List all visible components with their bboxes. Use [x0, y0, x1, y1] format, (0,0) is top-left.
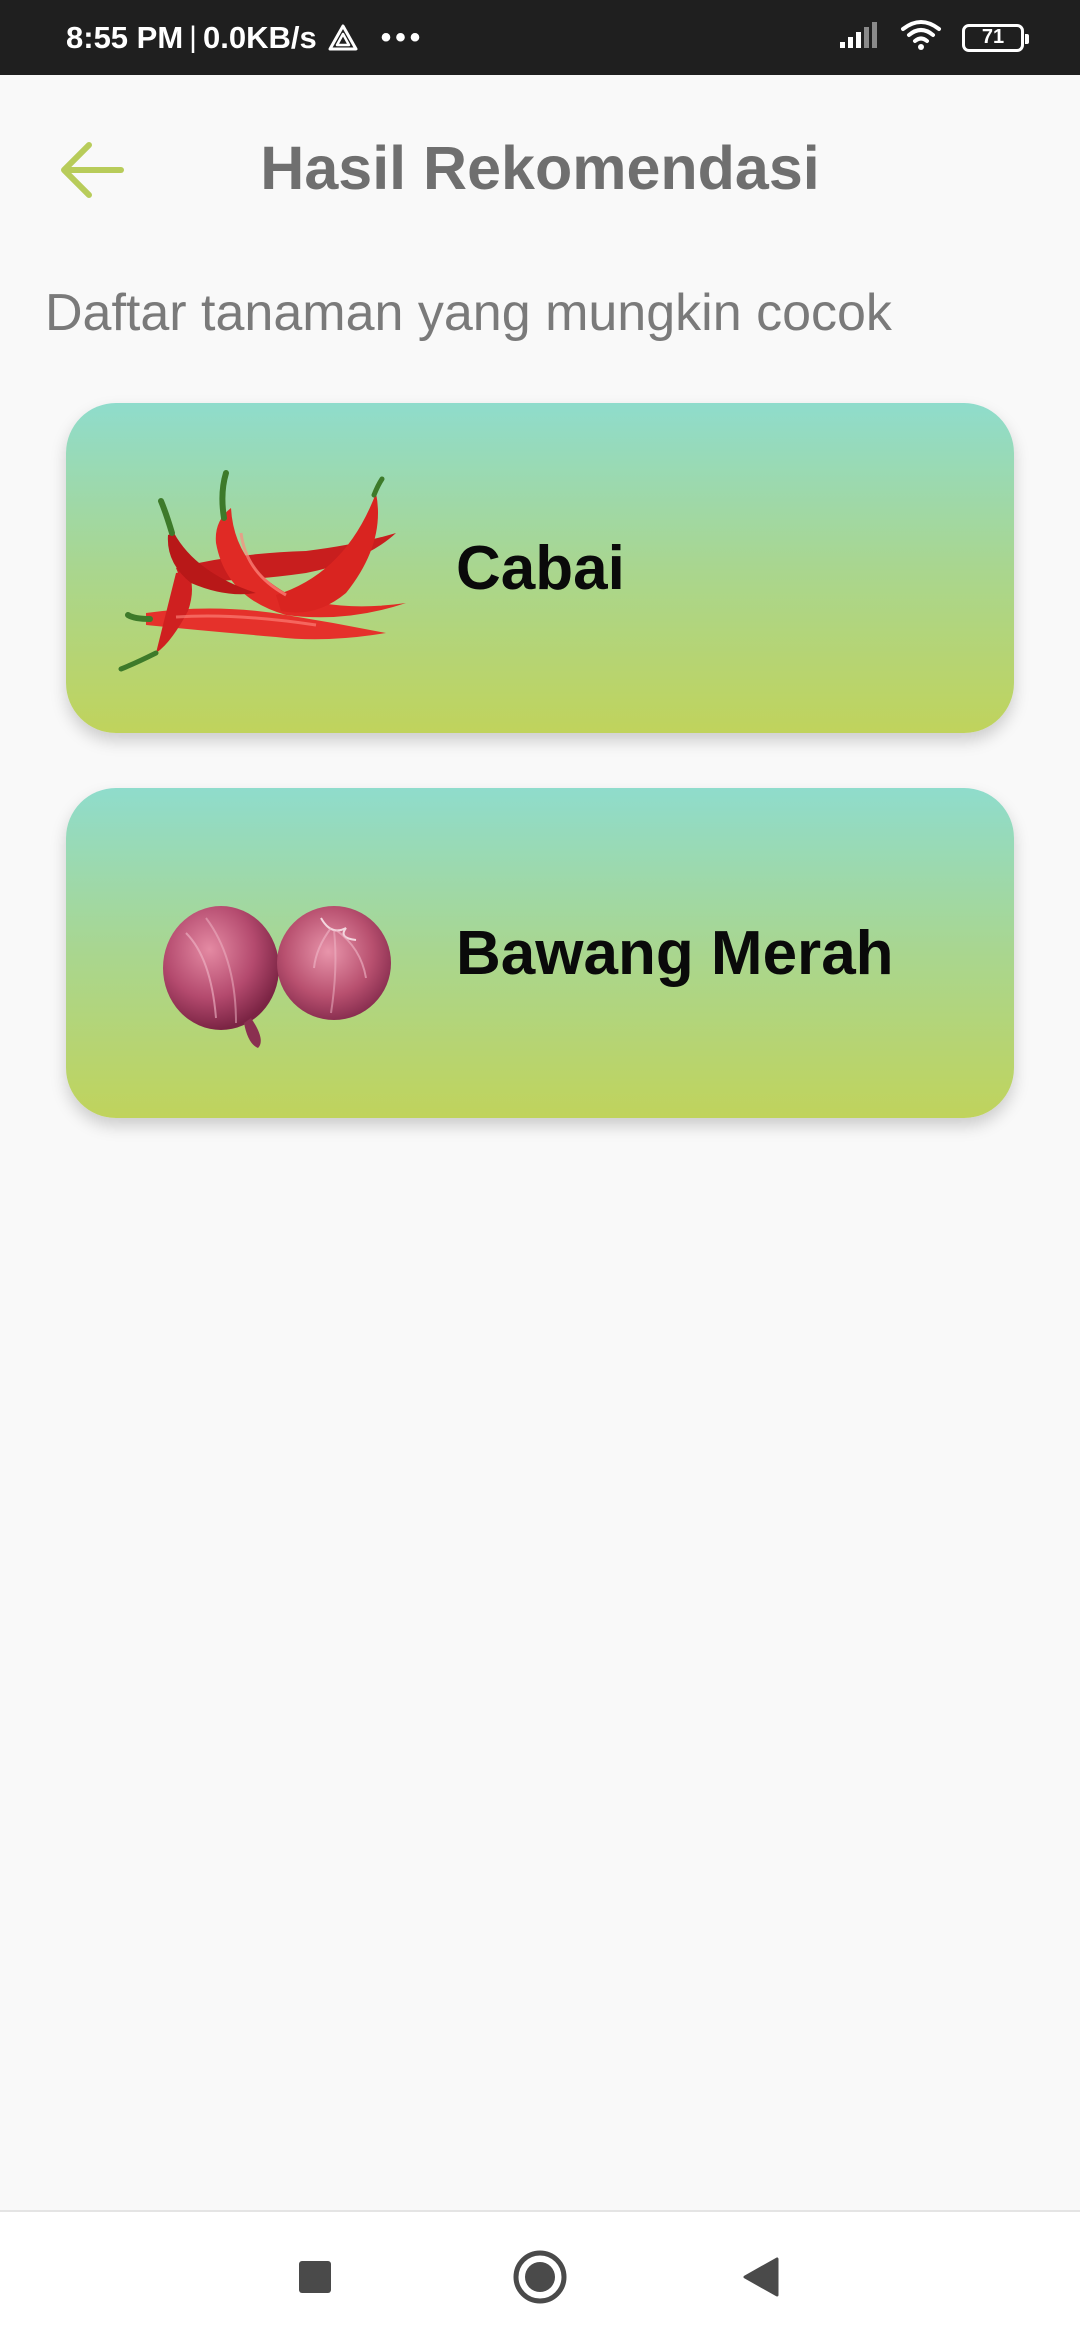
red-shallot-image — [116, 818, 416, 1088]
status-right: 71 — [838, 0, 1029, 75]
card-label-bawang-merah: Bawang Merah — [456, 918, 894, 988]
status-bar: 8:55 PM | 0.0KB/s ••• 71 — [0, 0, 1080, 75]
back-triangle-icon — [743, 2257, 779, 2297]
overflow-dots: ••• — [380, 20, 425, 54]
drive-icon — [327, 22, 359, 54]
system-nav-bar — [0, 2210, 1080, 2342]
recommendation-card-cabai[interactable]: Cabai — [66, 403, 1014, 733]
home-circle-icon — [513, 2250, 567, 2304]
chili-pepper-image — [116, 433, 416, 703]
wifi-icon — [900, 19, 942, 56]
system-back-button[interactable] — [726, 2242, 796, 2312]
home-button[interactable] — [505, 2242, 575, 2312]
status-left: 8:55 PM | 0.0KB/s ••• — [66, 0, 424, 75]
battery-icon: 71 — [962, 23, 1029, 52]
card-label-cabai: Cabai — [456, 533, 625, 603]
signal-icon — [838, 20, 880, 55]
recents-square-icon — [299, 2261, 331, 2293]
page-title: Hasil Rekomendasi — [260, 134, 820, 202]
battery-level: 71 — [981, 26, 1005, 48]
subtitle: Daftar tanaman yang mungkin cocok — [45, 284, 892, 342]
recommendation-card-bawang-merah[interactable]: Bawang Merah — [66, 788, 1014, 1118]
network-speed: 0.0KB/s — [202, 19, 317, 55]
status-time: 8:55 PM — [66, 19, 184, 55]
status-separator: | — [189, 20, 197, 54]
recents-button[interactable] — [280, 2242, 350, 2312]
